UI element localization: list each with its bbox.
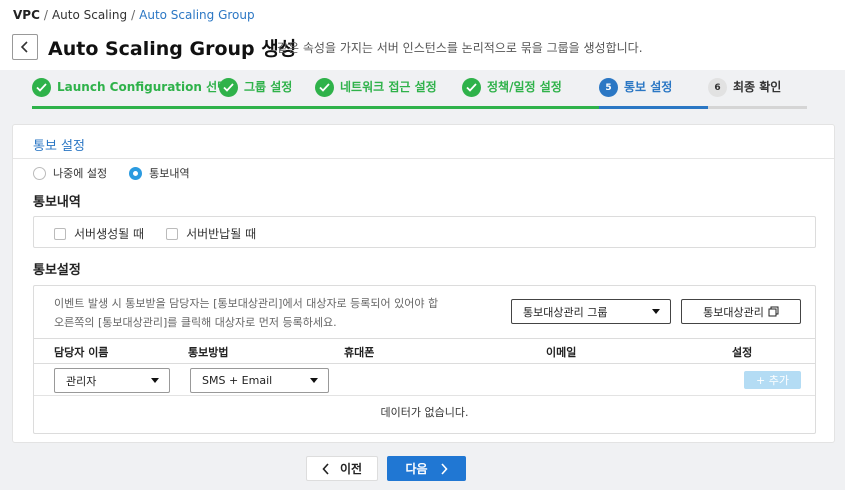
checkbox-server-returned[interactable] (166, 227, 179, 240)
caret-down-icon (652, 309, 660, 314)
chevron-left-icon (20, 41, 28, 53)
step-progress-active (599, 106, 708, 109)
notice-line: 이벤트 발생 시 통보받을 담당자는 [통보대상관리]에서 대상자로 등록되어 … (54, 297, 439, 310)
notification-card: 통보 설정 나중에 설정 통보내역 통보내역 서버생성될 때 서버반납될 때 통… (12, 124, 835, 443)
check-icon (219, 78, 238, 97)
notice-line: 오른쪽의 [통보대상관리]를 클릭해 대상자로 먼저 등록하세요. (54, 316, 337, 329)
radio-label-later[interactable]: 나중에 설정 (53, 165, 107, 181)
chevron-left-icon (322, 462, 329, 475)
settings-box: 이벤트 발생 시 통보받을 담당자는 [통보대상관리]에서 대상자로 등록되어 … (33, 285, 816, 434)
check-icon (462, 78, 481, 97)
page-header: VPC / Auto Scaling / Auto Scaling Group Auto… (0, 0, 845, 70)
table-row: 관리자 SMS + Email + 추가 (34, 364, 815, 396)
column-header-manager: 담당자 이름 (54, 346, 109, 359)
manage-targets-label: 통보대상관리 (703, 305, 764, 319)
step-label: 최종 확인 (733, 80, 782, 94)
step-label: 그룹 설정 (244, 80, 293, 94)
step-progress-remaining (708, 106, 807, 109)
step-label: 정책/일정 설정 (487, 80, 562, 94)
radio-history[interactable] (129, 166, 143, 180)
manage-targets-button[interactable]: 통보대상관리 (681, 299, 801, 324)
column-header-email: 이메일 (546, 346, 577, 359)
checkbox-server-created[interactable] (54, 227, 66, 240)
breadcrumb-separator: / (43, 8, 48, 22)
prev-button[interactable]: 이전 (306, 456, 378, 481)
manager-select[interactable]: 관리자 (54, 368, 170, 393)
breadcrumb-separator: / (131, 8, 136, 22)
caret-down-icon (310, 378, 318, 383)
method-select-value: SMS + Email (202, 374, 273, 387)
notification-radio-group: 나중에 설정 통보내역 (33, 165, 212, 181)
check-icon (32, 78, 51, 97)
page-description: 같은 속성을 가지는 서버 인스턴스를 논리적으로 묶을 그룹을 생성합니다. (277, 41, 643, 55)
popup-window-icon (768, 306, 779, 317)
breadcrumb-item-auto-scaling-group[interactable]: Auto Scaling Group (139, 8, 254, 22)
step-number: 5 (599, 78, 618, 97)
check-label-server-returned[interactable]: 서버반납될 때 (186, 225, 256, 242)
column-header-method: 통보방법 (188, 346, 229, 359)
column-header-settings: 설정 (732, 346, 753, 359)
wizard-steps: Launch Configuration 선택 그룹 설정 네트워크 접근 설정… (32, 78, 807, 110)
step-label: Launch Configuration 선택 (57, 80, 229, 94)
breadcrumb-item-auto-scaling[interactable]: Auto Scaling (52, 8, 127, 22)
radio-later[interactable] (33, 166, 46, 180)
back-button[interactable] (12, 34, 38, 60)
table-header: 담당자 이름 통보방법 휴대폰 이메일 설정 (34, 338, 815, 364)
history-checks: 서버생성될 때 서버반납될 때 (54, 225, 278, 242)
add-button[interactable]: + 추가 (744, 371, 801, 389)
prev-label: 이전 (339, 462, 363, 476)
history-box: 서버생성될 때 서버반납될 때 (33, 216, 816, 248)
history-title: 통보내역 (33, 195, 81, 210)
step-label: 통보 설정 (624, 80, 673, 94)
target-group-select[interactable]: 통보대상관리 그룹 (511, 299, 671, 324)
notice-text: 이벤트 발생 시 통보받을 담당자는 [통보대상관리]에서 대상자로 등록되어 … (54, 294, 499, 332)
manager-select-value: 관리자 (66, 374, 97, 388)
next-button[interactable]: 다음 (387, 456, 466, 481)
check-icon (315, 78, 334, 97)
divider (13, 158, 834, 159)
radio-label-history[interactable]: 통보내역 (149, 165, 189, 181)
step-number: 6 (708, 78, 727, 97)
next-label: 다음 (405, 462, 428, 476)
target-group-select-value: 통보대상관리 그룹 (523, 305, 608, 319)
step-progress-done (32, 106, 599, 109)
chevron-right-icon (440, 462, 448, 475)
breadcrumb: VPC / Auto Scaling / Auto Scaling Group (13, 8, 255, 22)
check-label-server-created[interactable]: 서버생성될 때 (74, 225, 144, 242)
settings-title: 통보설정 (33, 263, 81, 278)
page-title: Auto Scaling Group 생성 (48, 38, 297, 60)
step-label: 네트워크 접근 설정 (340, 80, 437, 94)
breadcrumb-item-vpc[interactable]: VPC (13, 8, 40, 22)
section-title: 통보 설정 (33, 139, 85, 154)
caret-down-icon (151, 378, 159, 383)
method-select[interactable]: SMS + Email (190, 368, 329, 393)
empty-message: 데이터가 없습니다. (380, 406, 469, 419)
column-header-phone: 휴대폰 (344, 346, 375, 359)
